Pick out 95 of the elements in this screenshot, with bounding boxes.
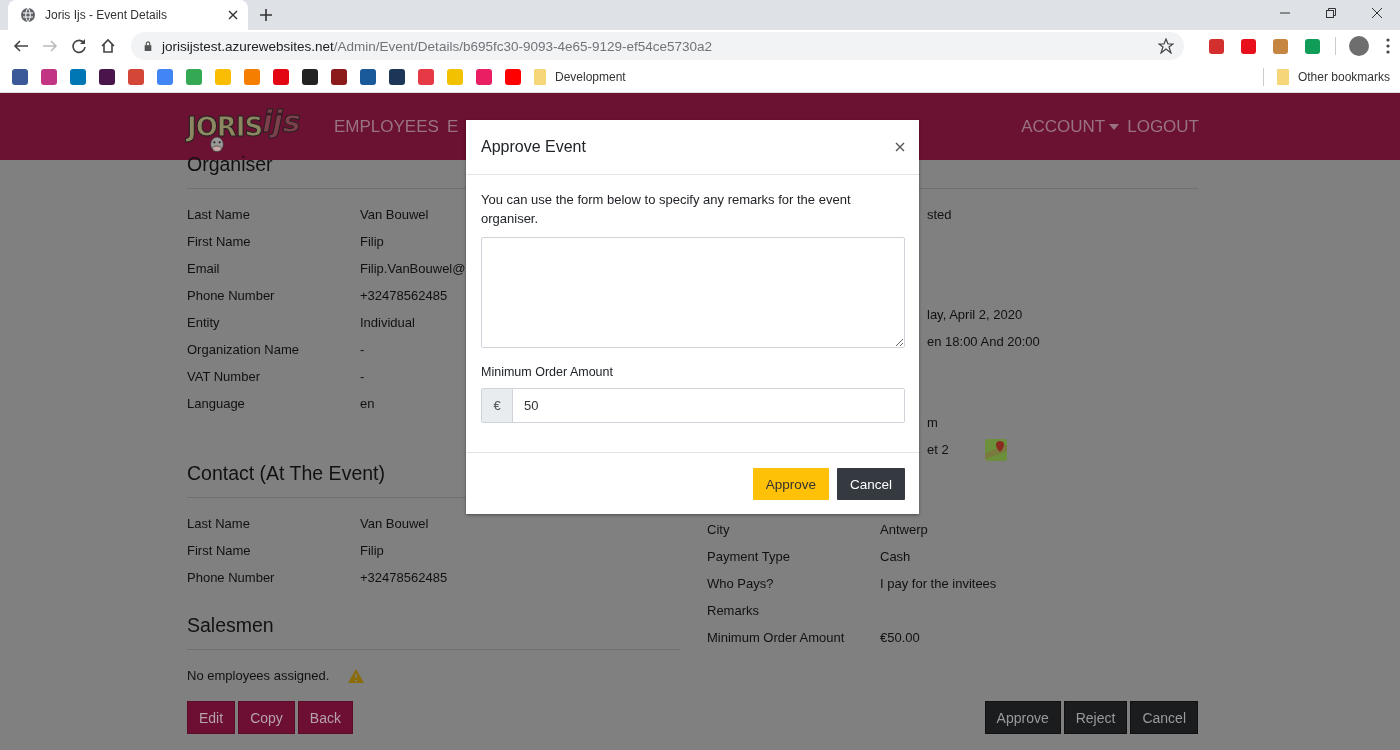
bookmark-folder[interactable]: Other bookmarks	[1276, 69, 1390, 85]
extension-icon[interactable]	[1305, 38, 1320, 54]
close-icon[interactable]	[228, 10, 238, 20]
menu-icon[interactable]	[1386, 38, 1390, 54]
modal-title: Approve Event	[481, 138, 586, 156]
bookmark-icon[interactable]	[418, 69, 434, 85]
field-value: Filip	[360, 543, 384, 558]
action-button[interactable]: Cancel	[1130, 701, 1198, 734]
tab-title: Joris Ijs - Event Details	[45, 8, 169, 22]
bookmark-folder[interactable]: Development	[534, 69, 626, 85]
field-label: Remarks	[707, 603, 760, 618]
browser-tab[interactable]: Joris Ijs - Event Details	[8, 0, 248, 30]
field-value: Filip	[360, 234, 384, 249]
field-value: en	[360, 396, 375, 411]
empty-message: No employees assigned.	[187, 668, 330, 683]
field-label: Phone Number	[187, 288, 276, 303]
caret-icon	[1109, 123, 1120, 130]
address-bar[interactable]: jorisijstest.azurewebsites.net/Admin/Event/Details/b695fc30-9093-4e65-9129-ef54ce5730a2	[131, 32, 1184, 60]
field-label: Last Name	[187, 516, 251, 531]
field-value: sted	[927, 207, 952, 222]
action-button[interactable]: Copy	[238, 701, 295, 734]
folder-icon	[534, 69, 546, 85]
warning-icon	[348, 668, 365, 683]
field-label: Last Name	[187, 207, 251, 222]
field-label: Phone Number	[187, 570, 276, 585]
field-label: Minimum Order Amount	[481, 365, 614, 379]
field-value: €50.00	[880, 630, 920, 645]
bookmark-icon[interactable]	[12, 69, 28, 85]
remarks-field[interactable]	[481, 237, 905, 348]
field-label: Email	[187, 261, 221, 276]
field-label: City	[707, 522, 731, 537]
extension-icon[interactable]	[1241, 38, 1256, 54]
bookmark-icon[interactable]	[476, 69, 492, 85]
bookmark-icon[interactable]	[331, 69, 347, 85]
dialog-button[interactable]: Cancel	[836, 468, 905, 500]
section-heading: Salesmen	[187, 614, 275, 636]
field-label: Minimum Order Amount	[707, 630, 846, 645]
action-button[interactable]: Approve	[984, 701, 1061, 734]
bookmark-icon[interactable]	[360, 69, 376, 85]
back-arrow-icon[interactable]	[13, 38, 29, 54]
field-value: m	[927, 415, 938, 430]
bookmark-icon[interactable]	[273, 69, 289, 85]
field-value: -	[360, 369, 365, 384]
amount-field[interactable]: € 50	[481, 388, 905, 423]
field-value: +32478562485	[360, 288, 448, 303]
bookmark-icon[interactable]	[157, 69, 173, 85]
field-label: First Name	[187, 543, 252, 558]
map-icon[interactable]	[984, 438, 1007, 461]
field-value: Individual	[360, 315, 415, 330]
bookmark-icon[interactable]	[186, 69, 202, 85]
field-label: Language	[187, 396, 246, 411]
modal-text: You can use the form below to specify any remarks for the event organiser.	[481, 191, 852, 228]
field-value: lay, April 2, 2020	[927, 307, 1023, 322]
restore-icon[interactable]	[1326, 8, 1336, 18]
action-button[interactable]: Back	[297, 701, 353, 734]
field-value: Cash	[880, 549, 911, 564]
section-heading: Organiser	[187, 153, 274, 175]
field-label: Organization Name	[187, 342, 300, 357]
bookmark-icon[interactable]	[70, 69, 86, 85]
bookmark-icon[interactable]	[128, 69, 144, 85]
field-value: Van Bouwel	[360, 516, 429, 531]
action-button[interactable]: Reject	[1063, 701, 1128, 734]
star-icon[interactable]	[1158, 38, 1174, 54]
dialog-button[interactable]: Approve	[752, 468, 829, 500]
folder-icon	[1276, 69, 1289, 85]
lock-icon	[143, 41, 153, 51]
home-icon[interactable]	[100, 38, 116, 54]
url-text: jorisijstest.azurewebsites.net/Admin/Event/Details/b695fc30-9093-4e65-9129-ef54ce5730a2	[162, 38, 713, 54]
close-icon[interactable]	[895, 142, 905, 152]
field-label: Who Pays?	[707, 576, 775, 591]
field-label: First Name	[187, 234, 252, 249]
globe-icon	[20, 7, 36, 23]
bookmark-icon[interactable]	[99, 69, 115, 85]
field-label: Payment Type	[707, 549, 791, 564]
avatar-icon[interactable]	[1349, 36, 1369, 56]
bookmark-icon[interactable]	[41, 69, 57, 85]
field-value: Antwerp	[880, 522, 928, 537]
field-value: et 2	[927, 442, 949, 457]
plus-icon[interactable]	[260, 9, 272, 21]
bookmark-icon[interactable]	[302, 69, 318, 85]
reload-icon[interactable]	[71, 38, 87, 54]
section-heading: Contact (At The Event)	[187, 462, 386, 484]
field-value: Filip.VanBouwel@	[360, 261, 466, 276]
field-value: Van Bouwel	[360, 207, 429, 222]
field-value: en 18:00 And 20:00	[927, 334, 1040, 349]
action-button[interactable]: Edit	[187, 701, 236, 734]
field-label: Entity	[187, 315, 221, 330]
field-label: VAT Number	[187, 369, 261, 384]
field-value: +32478562485	[360, 570, 448, 585]
extension-icon[interactable]	[1273, 38, 1288, 54]
bookmark-icon[interactable]	[389, 69, 405, 85]
field-value: -	[360, 342, 365, 357]
extension-icon[interactable]	[1209, 38, 1224, 54]
field-value: I pay for the invitees	[880, 576, 997, 591]
close-icon[interactable]	[1372, 8, 1382, 18]
